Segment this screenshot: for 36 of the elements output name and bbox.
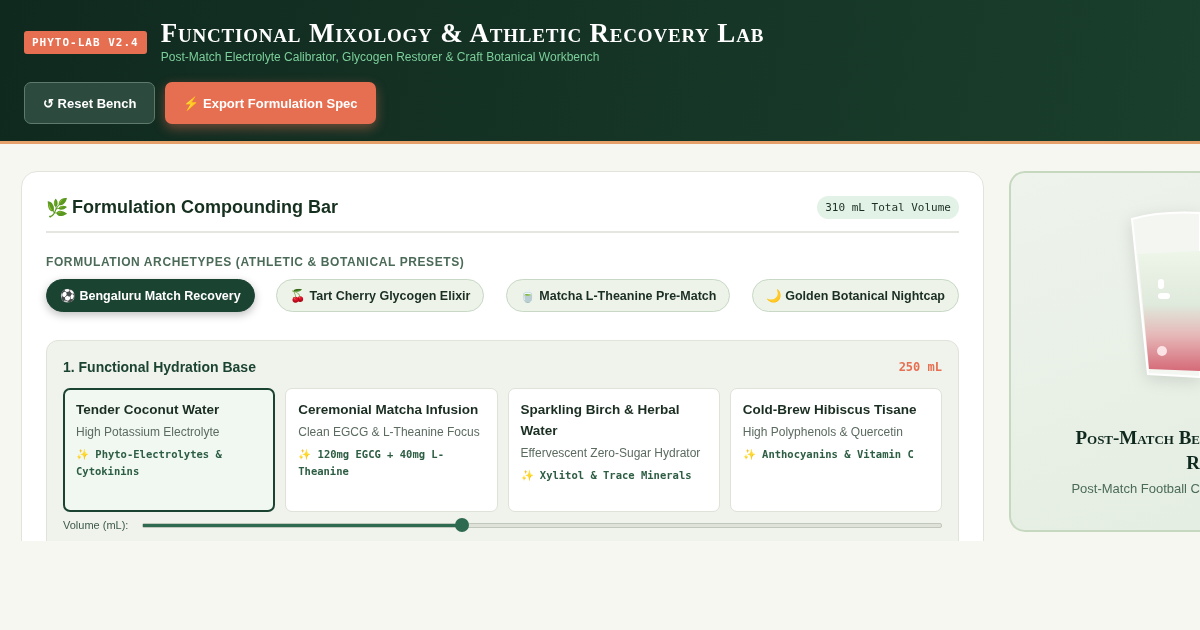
preview-title: Post-Match Be [1075,426,1200,450]
section-label: FORMULATION ARCHETYPES (ATHLETIC & BOTANICAL PRESETS) [46,255,466,269]
option-description: Effervescent Zero-Sugar Hydrator [520,445,702,462]
preview-subtitle: Post-Match Football C [1071,481,1200,496]
option-note: ✨ Anthocyanins & Vitamin C [742,447,915,462]
preset-chip[interactable]: 🍵 Matcha L-Theanine Pre-Match [505,279,731,312]
preset-chip[interactable]: ⚽ Bengaluru Match Recovery [46,279,255,312]
leaf-icon: 🌿 [46,196,68,219]
preset-chip[interactable]: 🍒 Tart Cherry Glycogen Elixir [276,279,485,312]
option-description: Clean EGCG & L-Theanine Focus [298,424,481,441]
option-card[interactable]: Sparkling Birch & Herbal Water Effervescent Zero-Sugar Hydrator ✨ Xylitol & Trace Minerals [507,388,720,512]
option-note: ✨ Phyto-Electrolytes & Cytokinins [76,447,223,479]
option-card[interactable]: Ceremonial Matcha Infusion Clean EGCG & L-Theanine Focus ✨ 120mg EGCG + 40mg L-Theanine [285,388,498,512]
option-note: ✨ Xylitol & Trace Minerals [520,468,693,483]
option-description: High Potassium Electrolyte [76,424,221,441]
version-badge: PHYTO-LAB V2.4 [24,31,147,54]
slider-thumb[interactable] [455,518,470,532]
option-note: ✨ 120mg EGCG + 40mg L-Theanine [298,447,445,479]
card-title: Formulation Compounding Bar [72,196,338,219]
option-card[interactable]: Cold-Brew Hibiscus Tisane High Polyphenols & Quercetin ✨ Anthocyanins & Vitamin C [729,388,942,512]
volume-label: Volume (mL): [63,519,129,531]
option-name: Cold-Brew Hibiscus Tisane [742,401,918,419]
option-name: Tender Coconut Water [76,401,221,419]
option-description: High Polyphenols & Quercetin [742,424,904,441]
app-title: Functional Mixology & Athletic Recovery Lab [160,18,765,48]
total-volume-badge: 310 mL Total Volume [817,196,959,219]
option-name: Ceremonial Matcha Infusion [298,401,480,419]
section-title: 1. Functional Hydration Base [63,359,256,375]
preset-chip[interactable]: 🌙 Golden Botanical Nightcap [751,279,959,312]
preview-title: R [1185,451,1200,475]
volume-slider[interactable] [142,518,942,532]
section-amount: 250 mL [898,360,942,374]
reset-button[interactable]: ↺ Reset Bench [24,82,156,124]
app-subtitle: Post-Match Electrolyte Calibrator, Glycogen Restorer & Craft Botanical Workbench [160,50,601,64]
option-name: Sparkling Birch & Herbal Water [520,401,681,440]
option-card[interactable]: Tender Coconut Water High Potassium Electrolyte ✨ Phyto-Electrolytes & Cytokinins [63,388,276,512]
